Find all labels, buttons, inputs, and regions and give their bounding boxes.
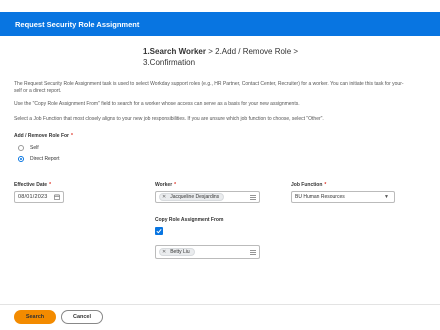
- job-function-label: Job Function *: [291, 182, 327, 188]
- step-search-worker: 1.Search Worker: [143, 47, 206, 56]
- step-confirmation: 3.Confirmation: [143, 58, 196, 67]
- effective-date-field[interactable]: 08/01/2023: [14, 191, 64, 203]
- step-indicator: 1.Search Worker > 2.Add / Remove Role > …: [143, 46, 323, 68]
- copy-role-label: Copy Role Assignment From: [155, 217, 224, 223]
- add-remove-role-label: Add / Remove Role For *: [14, 133, 73, 139]
- instruction-paragraph-3: Select a Job Function that most closely …: [14, 116, 324, 122]
- copy-role-checkbox[interactable]: [155, 227, 163, 235]
- remove-copy-role-icon[interactable]: ✕: [162, 249, 166, 255]
- job-function-select[interactable]: BU Human Resources ▼: [291, 191, 395, 203]
- radio-direct-report-label: Direct Report: [30, 156, 60, 162]
- worker-field[interactable]: ✕ Jacqueline Desjardins: [155, 191, 260, 203]
- radio-direct-report-button[interactable]: [18, 156, 24, 162]
- chevron-down-icon[interactable]: ▼: [384, 194, 389, 200]
- page-header: Request Security Role Assignment: [0, 12, 440, 36]
- copy-role-field[interactable]: ✕ Betty Liu: [155, 245, 260, 259]
- step-add-remove-role: > 2.Add / Remove Role >: [206, 47, 299, 56]
- instruction-paragraph-2: Use the "Copy Role Assignment From" fiel…: [14, 101, 300, 107]
- job-function-value: BU Human Resources: [295, 194, 345, 200]
- worker-label: Worker *: [155, 182, 177, 188]
- effective-date-label: Effective Date *: [14, 182, 52, 188]
- list-icon[interactable]: [250, 250, 256, 255]
- page-title: Request Security Role Assignment: [15, 19, 140, 29]
- radio-self-label: Self: [30, 145, 39, 151]
- radio-self-button[interactable]: [18, 145, 24, 151]
- radio-self[interactable]: Self: [18, 145, 39, 151]
- worker-pill: ✕ Jacqueline Desjardins: [159, 193, 225, 201]
- instruction-paragraph-1: The Request Security Role Assignment tas…: [14, 81, 404, 94]
- radio-direct-report[interactable]: Direct Report: [18, 156, 59, 162]
- search-button[interactable]: Search: [14, 310, 56, 324]
- footer-divider: [0, 304, 440, 305]
- copy-role-value: Betty Liu: [170, 249, 190, 255]
- remove-worker-icon[interactable]: ✕: [162, 194, 166, 200]
- effective-date-value: 08/01/2023: [18, 194, 48, 200]
- top-strip: [0, 0, 440, 12]
- copy-role-pill: ✕ Betty Liu: [159, 248, 195, 256]
- cancel-button[interactable]: Cancel: [61, 310, 103, 324]
- list-icon[interactable]: [250, 195, 256, 200]
- worker-value: Jacqueline Desjardins: [170, 194, 220, 200]
- calendar-icon[interactable]: [54, 194, 60, 200]
- checkmark-icon: [156, 228, 162, 234]
